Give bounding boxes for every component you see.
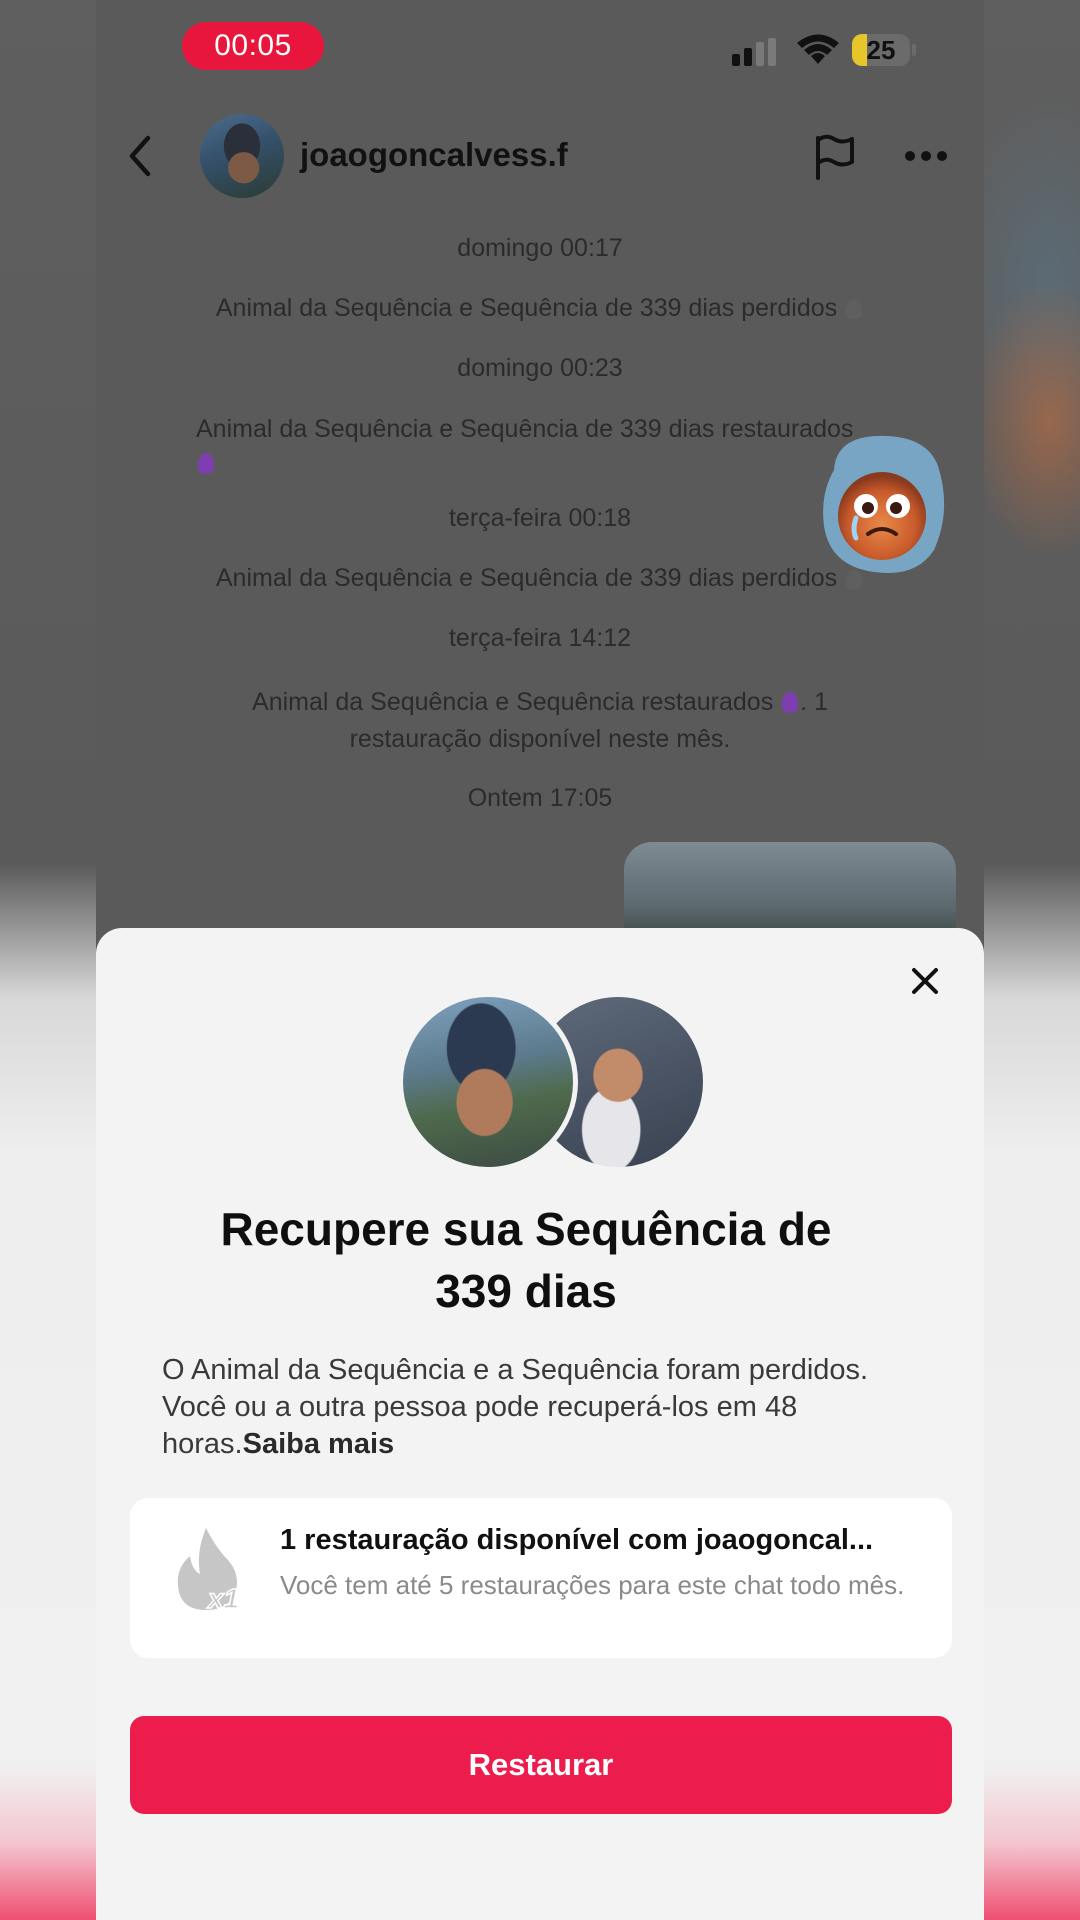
system-message-text: Animal da Sequência e Sequência restaura… [252, 688, 774, 716]
crying-flame-sticker [823, 435, 945, 574]
report-flag-icon[interactable] [812, 134, 856, 180]
back-chevron-icon[interactable] [126, 134, 154, 178]
contact-avatar[interactable] [200, 114, 284, 198]
more-options-icon[interactable] [904, 150, 948, 162]
battery-level: 25 [866, 34, 896, 65]
sheet-description: O Animal da Sequência e a Sequência fora… [162, 1352, 922, 1463]
contact-username[interactable]: joaogoncalvess.f [300, 136, 568, 174]
close-icon[interactable] [910, 966, 940, 996]
recording-timer: 00:05 [182, 22, 324, 70]
purple-flame-icon [780, 689, 801, 713]
restore-card-subtitle: Você tem até 5 restaurações para este ch… [280, 1570, 905, 1600]
system-message-text-line2: restauração disponível neste mês. [349, 725, 731, 753]
battery-indicator: 25 [852, 34, 910, 66]
system-message-text: Animal da Sequência e Sequência de 339 d… [215, 294, 838, 322]
restore-button[interactable]: Restaurar [130, 1716, 952, 1814]
restore-count-badge: x1 [206, 1583, 239, 1614]
sheet-title-line1: Recupere sua Sequência de [220, 1203, 832, 1255]
learn-more-link[interactable]: Saiba mais [243, 1428, 395, 1460]
cellular-signal-icon [732, 38, 776, 66]
restore-flame-x1-icon: x1 [177, 1528, 240, 1614]
system-message: Animal da Sequência e Sequência restaura… [96, 684, 984, 758]
system-message-suffix: . 1 [800, 688, 828, 716]
chat-header: joaogoncalvess.f [96, 108, 984, 204]
restore-streak-sheet: Recupere sua Sequência de 339 dias O Ani… [96, 928, 984, 1920]
phone-screen: 00:05 25 joaogoncalvess.f domingo 00:17 … [96, 0, 984, 1920]
system-message: Animal da Sequência e Sequência de 339 d… [196, 412, 886, 480]
message-timestamp: domingo 00:23 [457, 354, 623, 382]
status-bar: 00:05 25 [96, 0, 984, 96]
user-avatar [398, 992, 578, 1172]
message-timestamp: terça-feira 14:12 [448, 624, 632, 652]
sheet-title: Recupere sua Sequência de 339 dias [96, 1198, 956, 1322]
sheet-title-line2: 339 dias [435, 1265, 617, 1317]
message-timestamp: domingo 00:17 [457, 234, 623, 262]
grey-flame-icon [844, 297, 865, 319]
message-timestamp: Ontem 17:05 [467, 784, 613, 812]
restore-card-title: 1 restauração disponível com joaogoncal.… [280, 1524, 874, 1556]
system-message-text: Animal da Sequência e Sequência de 339 d… [196, 415, 854, 443]
restore-info-card: x1 1 restauração disponível com joaogonc… [130, 1498, 952, 1658]
system-message-text: Animal da Sequência e Sequência de 339 d… [215, 564, 838, 592]
system-message: Animal da Sequência e Sequência de 339 d… [96, 294, 984, 323]
battery-cap [912, 44, 916, 56]
wifi-icon [797, 34, 839, 64]
purple-flame-icon [196, 450, 216, 474]
